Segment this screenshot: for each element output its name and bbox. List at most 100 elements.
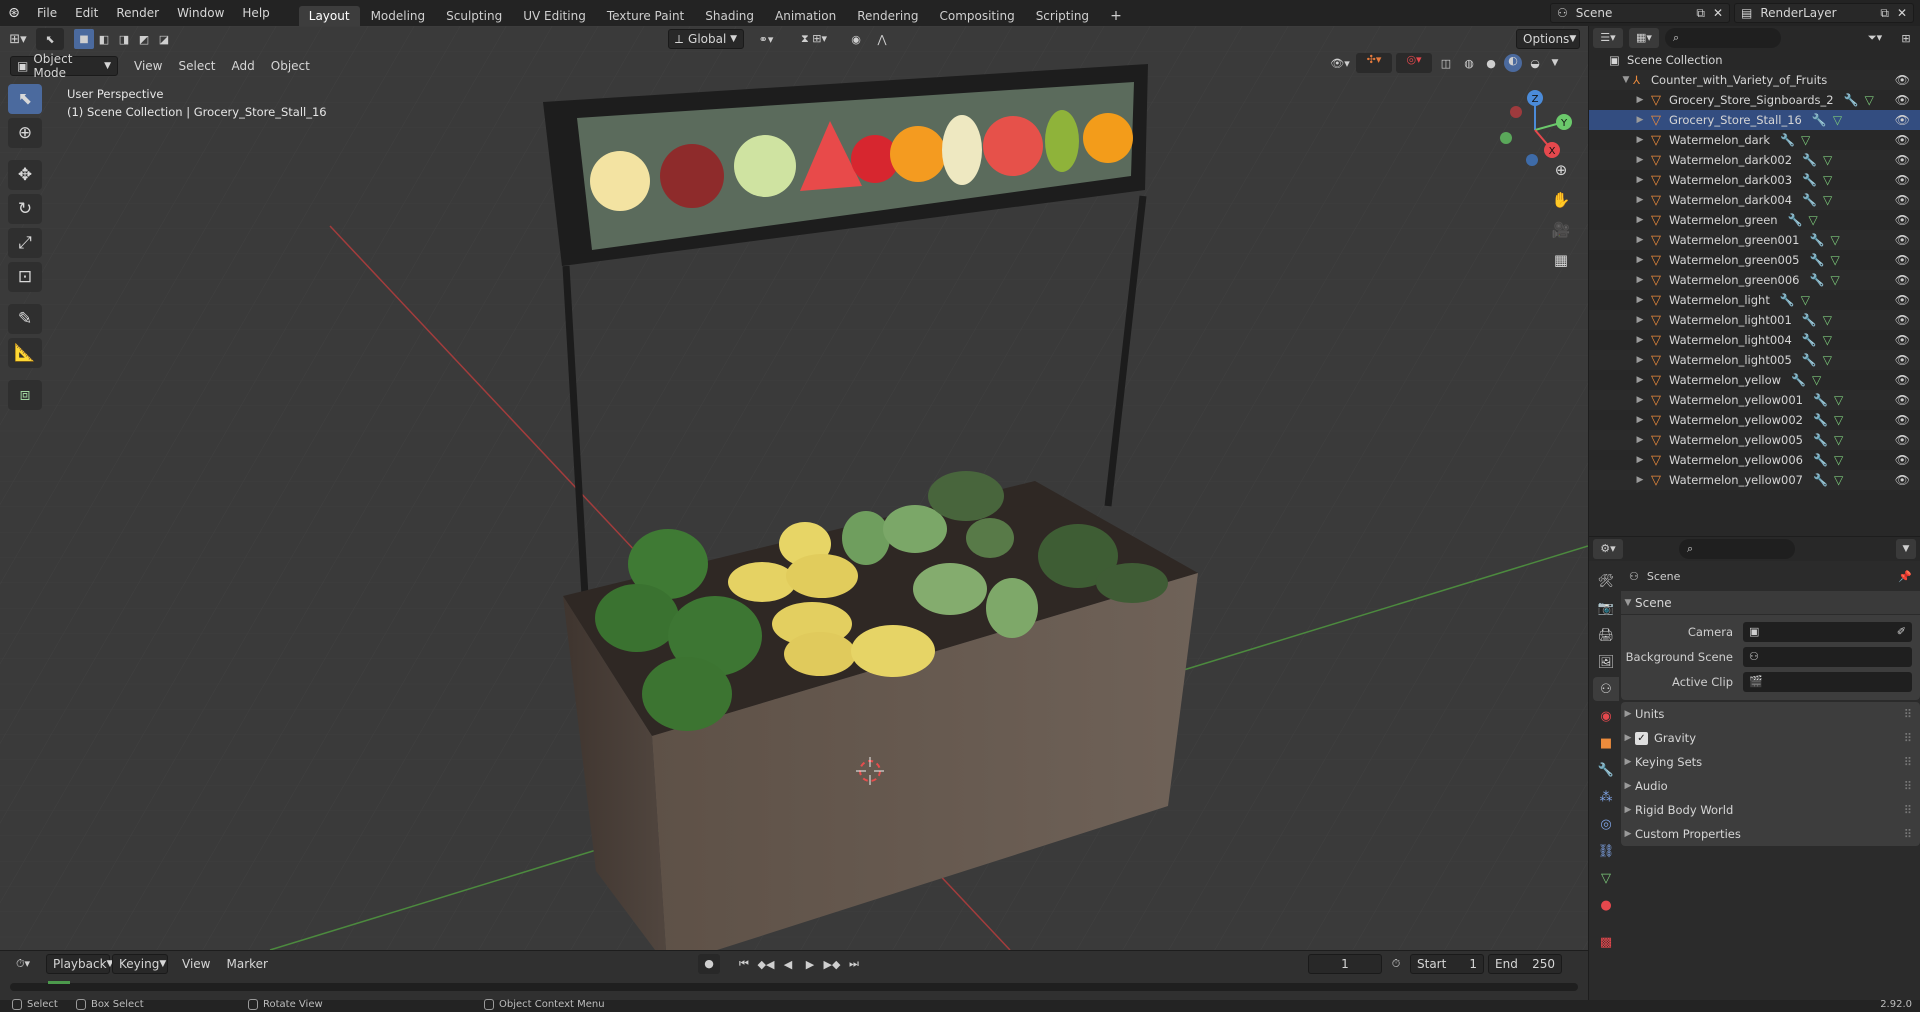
eye-icon[interactable]: 👁 xyxy=(1895,113,1910,127)
current-frame-field[interactable]: 1 xyxy=(1308,954,1382,974)
chevron-right-icon[interactable]: ▶ xyxy=(1633,475,1647,485)
eye-icon[interactable]: 👁 xyxy=(1895,213,1910,227)
menu-window[interactable]: Window xyxy=(168,0,233,26)
tab-scripting[interactable]: Scripting xyxy=(1026,6,1099,26)
annotate-tool[interactable]: ✎ xyxy=(8,304,42,334)
tab-scene[interactable]: ⚇ xyxy=(1593,677,1619,701)
next-keyframe-icon[interactable]: ▶◆ xyxy=(822,958,842,971)
view-layer-selector[interactable]: ▤ RenderLayer ⧉ ✕ xyxy=(1734,3,1914,23)
chevron-down-icon[interactable]: ▼ xyxy=(1548,58,1562,68)
timeline-view-menu[interactable]: View xyxy=(174,957,218,971)
timeline-marker-menu[interactable]: Marker xyxy=(218,957,275,971)
select-extend-icon[interactable]: ◧ xyxy=(94,33,114,46)
outliner-row[interactable]: ▶ ▽ Watermelon_yellow002 🔧 ▽ 👁 xyxy=(1589,410,1920,430)
filter-icon[interactable]: ⏷▾ xyxy=(1860,31,1890,45)
jump-end-icon[interactable]: ⏭ xyxy=(844,957,864,971)
outliner-row[interactable]: ▶ ▽ Watermelon_dark002 🔧 ▽ 👁 xyxy=(1589,150,1920,170)
mesh-data-icon[interactable]: ▽ xyxy=(1865,93,1874,107)
mesh-data-icon[interactable]: ▽ xyxy=(1823,193,1832,207)
eye-icon[interactable]: 👁 xyxy=(1895,73,1910,87)
menu-object[interactable]: Object xyxy=(263,59,318,73)
tab-compositing[interactable]: Compositing xyxy=(929,6,1024,26)
mesh-data-icon[interactable]: ▽ xyxy=(1830,273,1839,287)
outliner-row[interactable]: ▶ ▽ Grocery_Store_Stall_16 🔧 ▽ 👁 xyxy=(1589,110,1920,130)
select-intersect-icon[interactable]: ◪ xyxy=(154,33,174,46)
wrench-icon[interactable]: 🔧 xyxy=(1780,293,1795,307)
select-subtract-icon[interactable]: ◨ xyxy=(114,33,134,46)
mesh-data-icon[interactable]: ▽ xyxy=(1801,293,1810,307)
eye-icon[interactable]: 👁 xyxy=(1895,293,1910,307)
select-invert-icon[interactable]: ◩ xyxy=(134,33,154,46)
play-reverse-icon[interactable]: ◀ xyxy=(778,958,798,971)
outliner-row[interactable]: ▶ ▽ Watermelon_green005 🔧 ▽ 👁 xyxy=(1589,250,1920,270)
outliner-search-input[interactable]: ⌕ xyxy=(1665,28,1781,48)
eye-icon[interactable]: 👁 xyxy=(1895,133,1910,147)
playback-dropdown[interactable]: Playback ▼ xyxy=(46,954,113,974)
tab-texture-paint[interactable]: Texture Paint xyxy=(597,6,694,26)
outliner-row[interactable]: ▶ ▽ Watermelon_yellow007 🔧 ▽ 👁 xyxy=(1589,470,1920,490)
outliner-row[interactable]: ▶ ▽ Watermelon_dark 🔧 ▽ 👁 xyxy=(1589,130,1920,150)
scene-panel-header[interactable]: ▼ Scene xyxy=(1621,591,1920,615)
wrench-icon[interactable]: 🔧 xyxy=(1802,333,1817,347)
tab-shading[interactable]: Shading xyxy=(695,6,764,26)
chevron-down-icon[interactable]: ▼ xyxy=(1896,539,1916,559)
camera-view-button[interactable]: 🎥 xyxy=(1546,216,1576,244)
outliner-row[interactable]: ▶ ▽ Watermelon_yellow 🔧 ▽ 👁 xyxy=(1589,370,1920,390)
custom-properties-panel-header[interactable]: ▶ Custom Properties ⠿ xyxy=(1621,822,1920,846)
camera-field[interactable]: ▣ ✐ xyxy=(1743,621,1912,642)
tab-data[interactable]: ▽ xyxy=(1593,866,1619,890)
tab-object[interactable]: ■ xyxy=(1593,731,1619,755)
tab-animation[interactable]: Animation xyxy=(765,6,846,26)
blender-logo-icon[interactable]: ⊛ xyxy=(0,5,28,21)
menu-view[interactable]: View xyxy=(126,59,170,73)
mesh-data-icon[interactable]: ▽ xyxy=(1834,473,1843,487)
timeline-scrubber[interactable] xyxy=(10,981,1578,991)
menu-select[interactable]: Select xyxy=(170,59,223,73)
mesh-data-icon[interactable]: ▽ xyxy=(1833,113,1842,127)
tab-texture[interactable]: ▩ xyxy=(1593,930,1619,954)
measure-tool[interactable]: 📐 xyxy=(8,338,42,368)
tab-physics[interactable]: ◎ xyxy=(1593,812,1619,836)
duplicate-icon[interactable]: ⧉ xyxy=(1696,6,1705,21)
chevron-right-icon[interactable]: ▶ xyxy=(1633,215,1647,225)
audio-panel-header[interactable]: ▶ Audio ⠿ xyxy=(1621,774,1920,798)
mesh-data-icon[interactable]: ▽ xyxy=(1809,213,1818,227)
chevron-right-icon[interactable]: ▶ xyxy=(1633,335,1647,345)
tab-tool[interactable]: 🛠 xyxy=(1593,569,1619,593)
chevron-right-icon[interactable]: ▶ xyxy=(1633,355,1647,365)
tab-constraints[interactable]: ⛓ xyxy=(1593,839,1619,863)
eye-icon[interactable]: 👁 xyxy=(1895,193,1910,207)
visibility-icon[interactable]: 👁▾ xyxy=(1328,57,1352,70)
eyedropper-icon[interactable]: ✐ xyxy=(1897,625,1906,638)
eye-icon[interactable]: 👁 xyxy=(1895,453,1910,467)
transform-orientation-dropdown[interactable]: ⟂ Global ▼ xyxy=(668,29,744,49)
snap-icon[interactable]: ⧗ ⊞▾ xyxy=(788,32,840,46)
scene-selector[interactable]: ⚇ Scene ⧉ ✕ xyxy=(1550,3,1730,23)
start-frame-field[interactable]: Start 1 xyxy=(1410,954,1484,974)
record-icon[interactable]: ● xyxy=(698,954,720,974)
outliner-row[interactable]: ▶ ▽ Watermelon_yellow001 🔧 ▽ 👁 xyxy=(1589,390,1920,410)
3d-viewport[interactable]: ⊞▾ ⬉ ■ ◧ ◨ ◩ ◪ ▣ Object Mode ▼ View Sele… xyxy=(0,26,1588,950)
chevron-right-icon[interactable]: ▶ xyxy=(1633,195,1647,205)
outliner-row[interactable]: ▶ ▽ Watermelon_yellow006 🔧 ▽ 👁 xyxy=(1589,450,1920,470)
tab-modifiers[interactable]: 🔧 xyxy=(1593,758,1619,782)
chevron-right-icon[interactable]: ▶ xyxy=(1633,295,1647,305)
drag-handle-icon[interactable]: ⠿ xyxy=(1904,803,1912,817)
chevron-right-icon[interactable]: ▶ xyxy=(1633,175,1647,185)
add-cube-tool[interactable]: ⧈ xyxy=(8,380,42,410)
drag-handle-icon[interactable]: ⠿ xyxy=(1904,779,1912,793)
eye-icon[interactable]: 👁 xyxy=(1895,353,1910,367)
chevron-right-icon[interactable]: ▶ xyxy=(1633,415,1647,425)
mesh-data-icon[interactable]: ▽ xyxy=(1830,253,1839,267)
eye-icon[interactable]: 👁 xyxy=(1895,153,1910,167)
units-panel-header[interactable]: ▶ Units ⠿ xyxy=(1621,702,1920,726)
drag-handle-icon[interactable]: ⠿ xyxy=(1904,731,1912,745)
outliner-row[interactable]: ▶ ▽ Watermelon_dark003 🔧 ▽ 👁 xyxy=(1589,170,1920,190)
pivot-icon[interactable]: ⚭▾ xyxy=(750,33,782,46)
close-icon[interactable]: ✕ xyxy=(1897,6,1907,20)
stopwatch-icon[interactable]: ⏱ xyxy=(1386,957,1406,971)
new-collection-icon[interactable]: ⊞ xyxy=(1896,32,1916,45)
wrench-icon[interactable]: 🔧 xyxy=(1788,213,1803,227)
transform-tool[interactable]: ⊡ xyxy=(8,262,42,292)
chevron-right-icon[interactable]: ▶ xyxy=(1633,235,1647,245)
